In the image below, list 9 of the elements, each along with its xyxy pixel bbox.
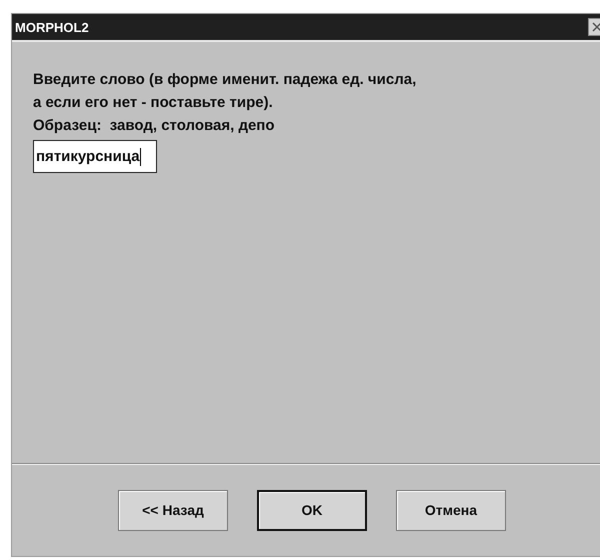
window-title: MORPHOL2 (15, 20, 89, 34)
dialog-button[interactable]: << Назад (118, 490, 228, 530)
prompt-text: Введите слово (в форме именит. падежа ед. числа, (33, 70, 416, 90)
prompt-text: а если его нет - поставьте тире). (33, 93, 273, 113)
dialog-button[interactable]: Отмена (396, 490, 506, 530)
word-input-field[interactable]: пятикурсница (33, 140, 157, 173)
dialog-button[interactable]: OK (257, 490, 367, 530)
prompt-text: Образец: завод, столовая, депо (33, 116, 275, 136)
close-icon (592, 22, 600, 32)
